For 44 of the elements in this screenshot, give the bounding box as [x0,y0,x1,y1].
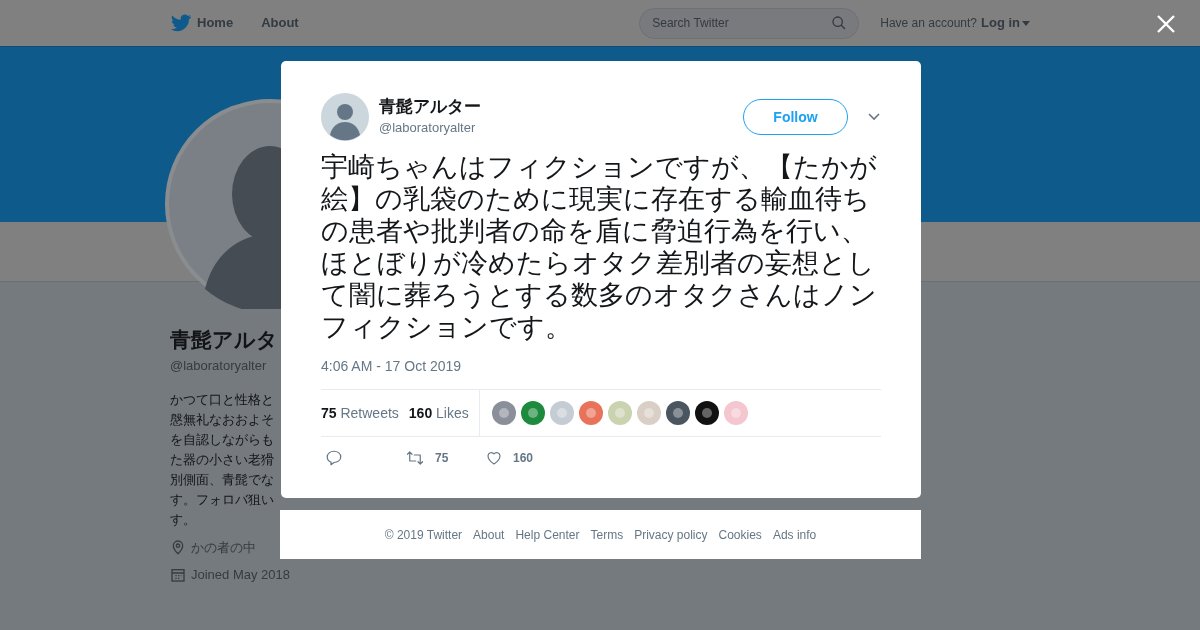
stat-link[interactable]: 75 Retweets [321,402,399,424]
tweet-timestamp[interactable]: 4:06 AM - 17 Oct 2019 [321,356,881,377]
action-count: 75 [435,450,449,467]
liker-avatar[interactable] [665,401,690,425]
footer-link[interactable]: © 2019 Twitter [384,525,463,544]
bio-text: た器の小さい老猾 [170,450,274,469]
nav-link[interactable]: About [261,13,299,33]
location-pin-icon [170,539,186,556]
bio-text: す。 [170,510,196,529]
tweet-text: 宇崎ちゃんはフィクションですが、【たかが絵】の乳袋のために現実に存在する輸血待ちの患者や批判者の命を盾に脅迫行為を行い、ほとぼりが冷めたらオタク差別者の妄想として闇に葬ろうとする数多のオタクさんはノンフィクションです。 [321,151,878,343]
account-prompt: Have an account? [880,15,977,32]
caret-icon [1022,20,1030,26]
action-count: 160 [513,450,534,467]
bio-text: す。フォロバ狙い [170,490,274,509]
bio-text: を自認しながらも [170,430,274,449]
footer-link[interactable]: Ads info [772,525,817,544]
footer-link[interactable]: Help Center [515,525,580,544]
footer-link[interactable]: Terms [590,525,624,544]
profile-handle: @laboratoryalter [170,357,267,375]
profile-name: 青髭アルタ [170,327,278,353]
footer-link[interactable]: Privacy policy [634,525,708,544]
login-button[interactable]: Log in [981,13,1030,33]
joined-date: Joined May 2018 [191,566,290,584]
footer-link[interactable]: Cookies [718,525,762,544]
bio-text: 慇無礼なおおよそ [170,410,274,429]
stat-link[interactable]: 160 Likes [408,402,469,424]
bio-text: かつて口と性格と [170,390,274,409]
location-text: かの者の中 [191,538,256,557]
search-field[interactable]: Search Twitter [639,7,860,39]
search-icon[interactable] [831,14,848,31]
liker-avatar[interactable] [694,401,719,425]
user-handle[interactable]: @laboratoryalter [379,118,481,138]
reply-icon[interactable] [325,449,343,467]
retweet-icon[interactable] [405,449,425,467]
chevron-down-icon[interactable] [867,112,881,122]
close-icon[interactable] [1157,15,1175,33]
nav-link[interactable]: Home [197,13,234,33]
user-name[interactable]: 青髭アルター [379,96,481,119]
user-avatar[interactable] [321,93,369,141]
heart-icon[interactable] [485,449,503,467]
calendar-icon [170,566,186,583]
footer-link[interactable]: About [473,525,505,544]
bio-text: 別側面、青髭でな [170,470,274,489]
bird-logo-icon [170,12,192,34]
